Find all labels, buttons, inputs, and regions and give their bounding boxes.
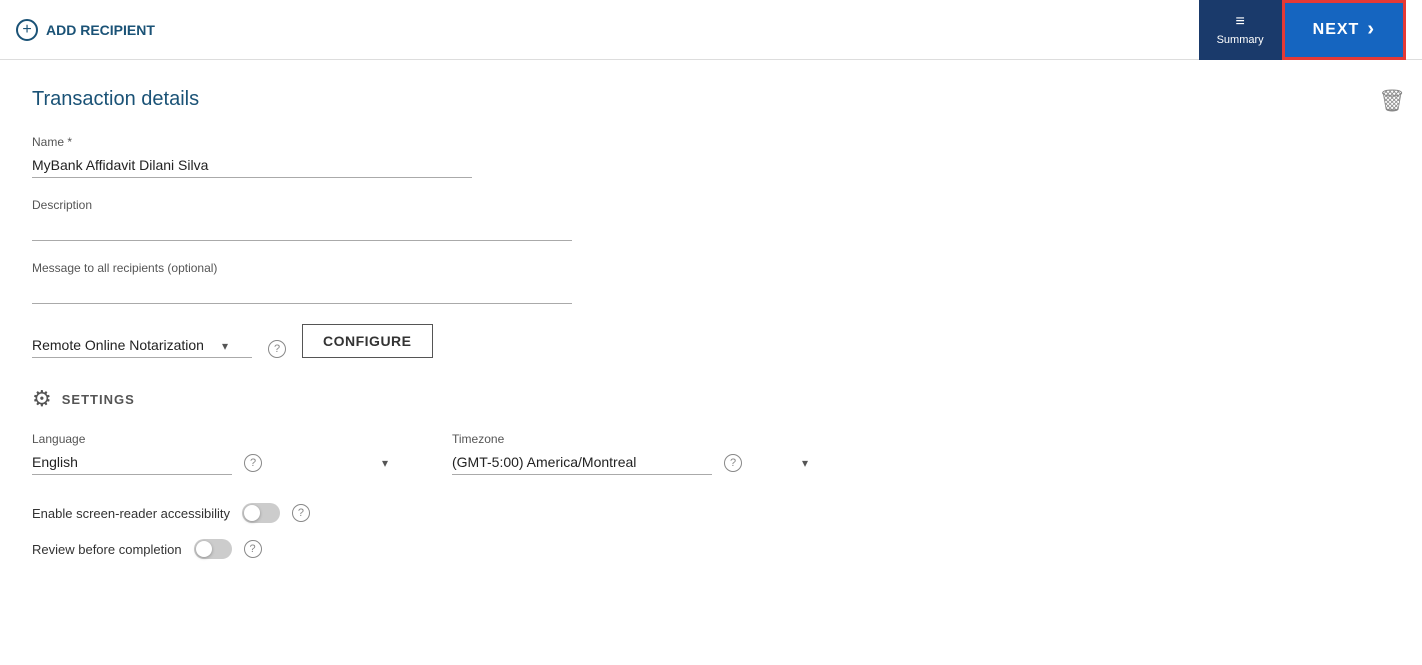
notarization-help-icon[interactable]: ? xyxy=(268,340,286,358)
language-select[interactable]: English French Spanish xyxy=(32,450,232,475)
description-input[interactable] xyxy=(32,216,572,241)
review-toggle[interactable] xyxy=(194,539,232,559)
delete-icon: 🗑 xyxy=(1378,88,1406,113)
review-label: Review before completion xyxy=(32,542,182,557)
summary-label: Summary xyxy=(1217,34,1264,46)
review-row: Review before completion ? xyxy=(32,539,1390,559)
topbar-right: ≡ Summary NEXT › xyxy=(1199,0,1406,59)
notarization-row: Remote Online Notarization ▾ ? CONFIGURE xyxy=(32,324,1390,358)
name-label: Name * xyxy=(32,135,472,149)
gear-icon: ⚙ xyxy=(32,386,52,412)
notarization-select-wrapper: Remote Online Notarization ▾ xyxy=(32,333,252,358)
next-button[interactable]: NEXT › xyxy=(1282,0,1406,60)
delete-button[interactable]: 🗑 xyxy=(1378,88,1406,114)
settings-grid: Language English French Spanish ▾ ? Time… xyxy=(32,432,832,475)
description-label: Description xyxy=(32,198,572,212)
language-chevron-icon: ▾ xyxy=(382,456,388,470)
language-field: Language English French Spanish ▾ ? xyxy=(32,432,412,475)
timezone-help-icon[interactable]: ? xyxy=(724,454,742,472)
notarization-select[interactable]: Remote Online Notarization xyxy=(32,333,252,358)
accessibility-row: Enable screen-reader accessibility ? xyxy=(32,503,1390,523)
next-label: NEXT xyxy=(1313,21,1360,39)
message-input[interactable] xyxy=(32,279,572,304)
message-field: Message to all recipients (optional) xyxy=(32,261,572,304)
timezone-select[interactable]: (GMT-5:00) America/Montreal (GMT-8:00) A… xyxy=(452,450,712,475)
add-recipient-button[interactable]: + ADD RECIPIENT xyxy=(16,19,155,41)
language-select-wrapper: English French Spanish ▾ ? xyxy=(32,450,412,475)
timezone-select-wrapper: (GMT-5:00) America/Montreal (GMT-8:00) A… xyxy=(452,450,832,475)
timezone-field: Timezone (GMT-5:00) America/Montreal (GM… xyxy=(452,432,832,475)
accessibility-label: Enable screen-reader accessibility xyxy=(32,506,230,521)
timezone-chevron-icon: ▾ xyxy=(802,456,808,470)
configure-button[interactable]: CONFIGURE xyxy=(302,324,433,358)
message-label: Message to all recipients (optional) xyxy=(32,261,572,275)
topbar: + ADD RECIPIENT ≡ Summary NEXT › xyxy=(0,0,1422,60)
summary-button[interactable]: ≡ Summary xyxy=(1199,0,1282,60)
add-icon: + xyxy=(16,19,38,41)
language-help-icon[interactable]: ? xyxy=(244,454,262,472)
summary-icon: ≡ xyxy=(1235,13,1244,31)
next-arrow-icon: › xyxy=(1367,18,1375,41)
description-field: Description xyxy=(32,198,572,241)
section-title: Transaction details xyxy=(32,88,1390,111)
settings-header: ⚙ SETTINGS xyxy=(32,386,1390,412)
accessibility-help-icon[interactable]: ? xyxy=(292,504,310,522)
settings-label: SETTINGS xyxy=(62,392,135,407)
add-recipient-label: ADD RECIPIENT xyxy=(46,22,155,38)
review-help-icon[interactable]: ? xyxy=(244,540,262,558)
accessibility-toggle[interactable] xyxy=(242,503,280,523)
timezone-label: Timezone xyxy=(452,432,832,446)
language-label: Language xyxy=(32,432,412,446)
name-input[interactable] xyxy=(32,153,472,178)
name-field: Name * xyxy=(32,135,472,178)
main-content: Transaction details 🗑 Name * Description… xyxy=(0,60,1422,665)
